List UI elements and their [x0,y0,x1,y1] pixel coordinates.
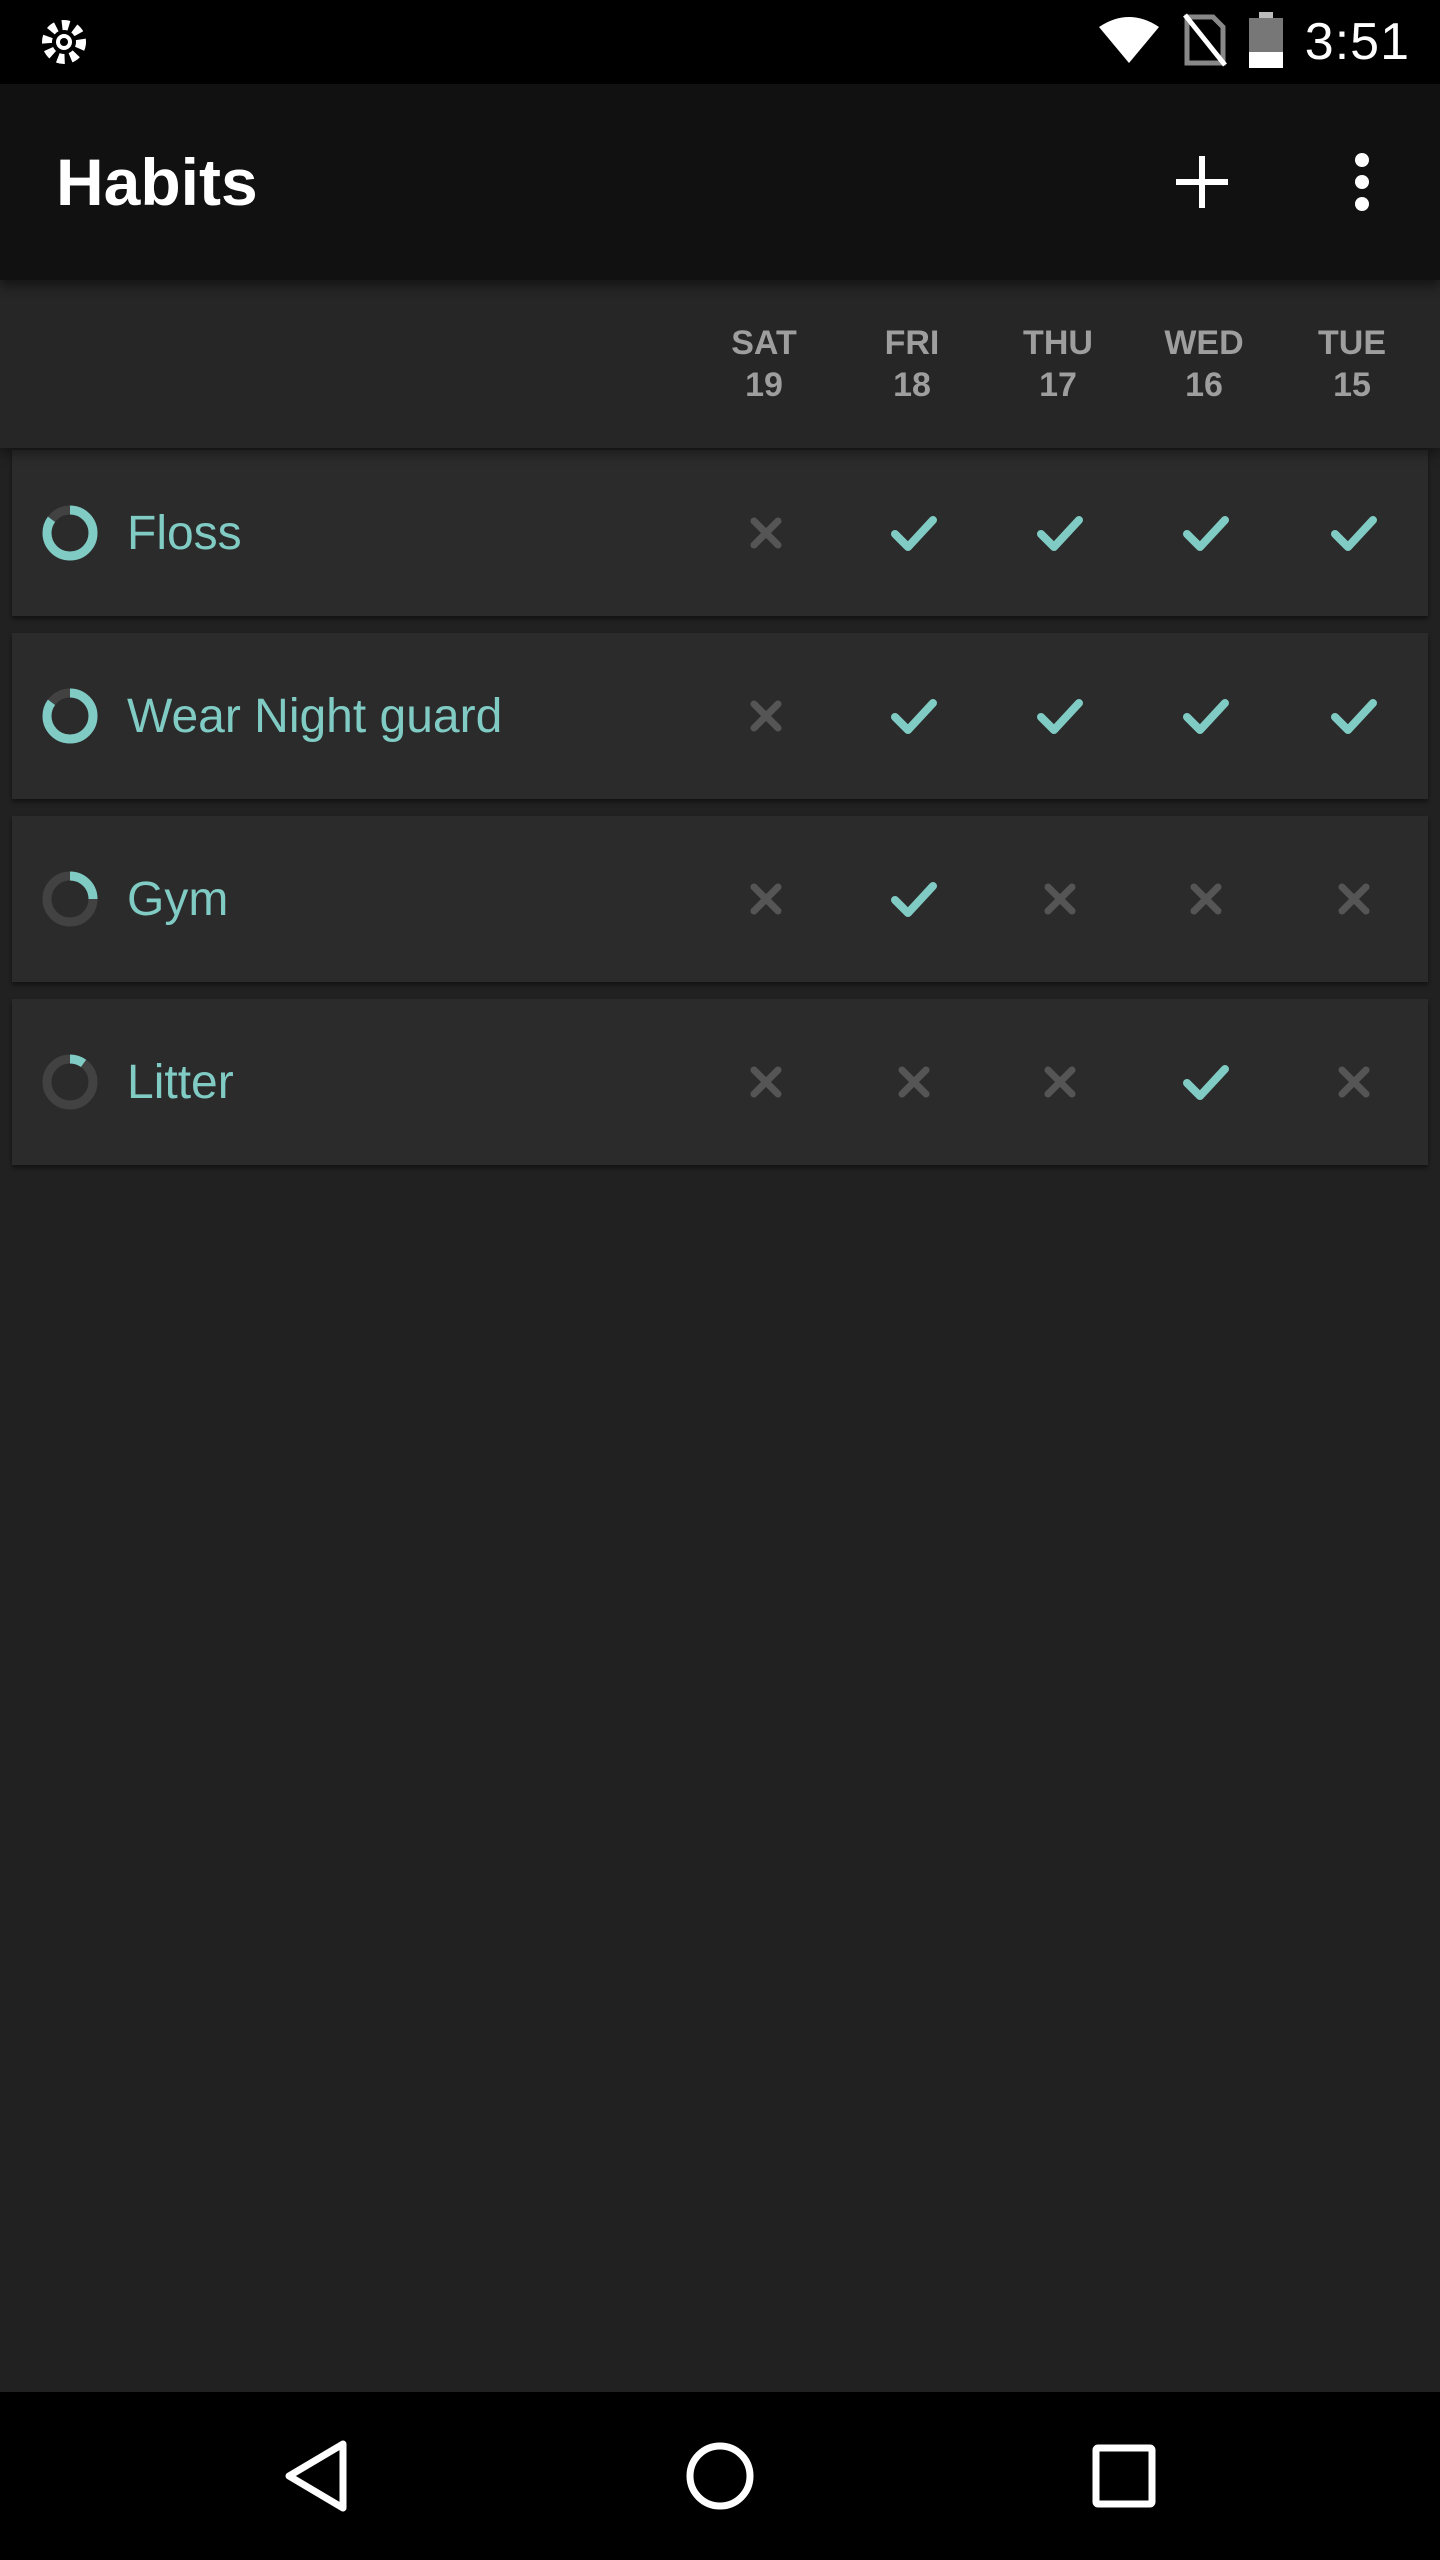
day-header-tue: TUE 15 [1282,322,1422,406]
check-icon[interactable] [1176,503,1236,563]
check-icon[interactable] [1030,686,1090,746]
habit-score-ring-icon [38,684,102,748]
habit-row[interactable]: Wear Night guard [12,633,1428,799]
status-bar: 3:51 [0,0,1440,84]
habit-row[interactable]: Litter [12,999,1428,1165]
back-button[interactable] [266,2426,366,2526]
day-date: 18 [893,366,931,404]
habit-name: Wear Night guard [127,689,503,743]
habit-name: Floss [127,506,242,560]
check-icon[interactable] [1176,1052,1236,1112]
navigation-bar [0,2392,1440,2560]
page-title: Habits [56,145,258,219]
more-options-button[interactable] [1312,132,1412,232]
habit-row[interactable]: Gym [12,816,1428,982]
day-header: SAT 19 FRI 18 THU 17 WED 16 TUE 15 [0,280,1440,448]
day-name: FRI [884,324,940,362]
day-header-thu: THU 17 [988,322,1128,406]
habit-name: Litter [127,1055,234,1109]
add-habit-button[interactable] [1152,132,1252,232]
cross-icon[interactable] [884,1052,944,1112]
cross-icon[interactable] [736,869,796,929]
habit-row[interactable]: Floss [12,450,1428,616]
day-name: TUE [1318,324,1386,362]
back-icon [285,2440,347,2512]
clock: 3:51 [1304,13,1410,71]
check-icon[interactable] [1030,503,1090,563]
habit-score-ring-icon [38,1050,102,1114]
check-icon[interactable] [884,869,944,929]
cross-icon[interactable] [736,686,796,746]
day-name: SAT [731,324,797,362]
check-icon[interactable] [1324,503,1384,563]
cross-icon[interactable] [736,503,796,563]
wifi-icon [1097,15,1161,70]
check-icon[interactable] [1324,686,1384,746]
check-icon[interactable] [1176,686,1236,746]
cross-icon[interactable] [1176,869,1236,929]
recents-button[interactable] [1074,2426,1174,2526]
cross-icon[interactable] [1324,869,1384,929]
home-button[interactable] [670,2426,770,2526]
battery-icon [1248,11,1283,73]
app-bar: Habits [0,84,1440,280]
settings-gear-icon [36,14,92,70]
habit-score-ring-icon [38,867,102,931]
day-name: WED [1164,324,1244,362]
day-header-fri: FRI 18 [842,322,982,406]
cross-icon[interactable] [1030,1052,1090,1112]
day-name: THU [1023,324,1093,362]
no-sim-icon [1182,12,1227,72]
day-date: 15 [1333,366,1371,404]
more-vert-icon [1355,153,1369,211]
habit-name: Gym [127,872,229,926]
habit-score-ring-icon [38,501,102,565]
cross-icon[interactable] [1324,1052,1384,1112]
day-date: 19 [745,366,783,404]
cross-icon[interactable] [1030,869,1090,929]
day-header-sat: SAT 19 [694,322,834,406]
day-header-wed: WED 16 [1134,322,1274,406]
home-icon [686,2442,754,2510]
recents-icon [1092,2444,1156,2508]
check-icon[interactable] [884,686,944,746]
add-icon [1176,156,1228,208]
cross-icon[interactable] [736,1052,796,1112]
check-icon[interactable] [884,503,944,563]
day-date: 16 [1185,366,1223,404]
day-date: 17 [1039,366,1077,404]
